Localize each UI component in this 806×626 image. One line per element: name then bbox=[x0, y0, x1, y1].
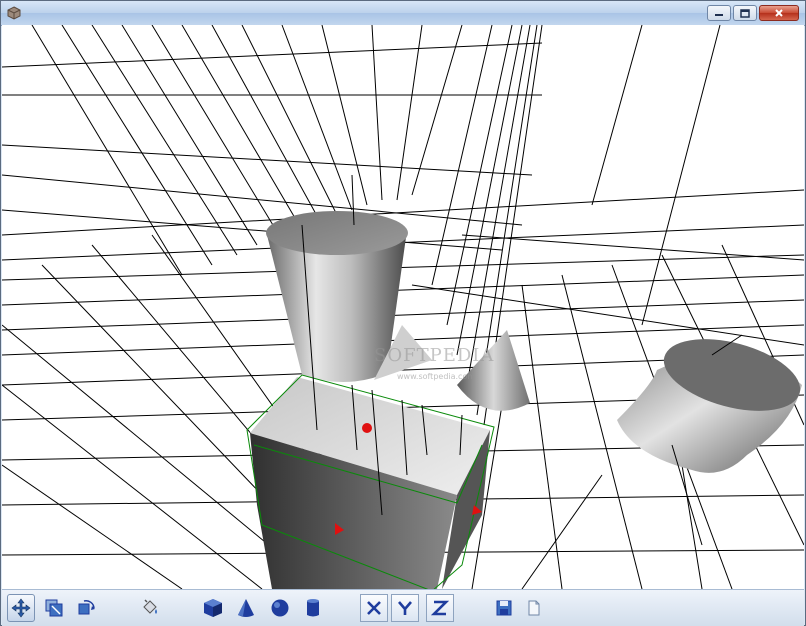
move-tool-button[interactable] bbox=[7, 594, 35, 622]
paint-bucket-icon bbox=[143, 599, 157, 614]
close-button[interactable] bbox=[759, 5, 799, 21]
scene-canvas[interactable] bbox=[2, 25, 804, 589]
close-icon bbox=[775, 9, 783, 17]
cone-icon bbox=[238, 599, 254, 617]
title-bar[interactable] bbox=[1, 1, 805, 26]
sphere-icon bbox=[271, 599, 289, 617]
watermark-url: www.softpedia.com bbox=[397, 372, 476, 381]
box-object[interactable] bbox=[246, 374, 495, 589]
cylinder-icon bbox=[307, 599, 319, 617]
scale-icon bbox=[45, 599, 63, 617]
scale-tool-button[interactable] bbox=[40, 594, 68, 622]
add-cube-button[interactable] bbox=[199, 594, 227, 622]
maximize-button[interactable] bbox=[733, 5, 757, 21]
add-cone-button[interactable] bbox=[232, 594, 260, 622]
axis-x-icon bbox=[367, 601, 381, 615]
axis-y-icon bbox=[398, 601, 412, 615]
axis-x-button[interactable] bbox=[360, 594, 388, 622]
save-button[interactable] bbox=[490, 594, 518, 622]
minimize-icon bbox=[715, 14, 723, 16]
3d-viewport[interactable]: SOFTPEDIA www.softpedia.com bbox=[2, 25, 804, 589]
paint-tool-button[interactable] bbox=[136, 594, 164, 622]
new-file-icon bbox=[528, 600, 540, 616]
add-cylinder-button[interactable] bbox=[299, 594, 327, 622]
axis-z-icon bbox=[430, 600, 450, 616]
save-icon bbox=[496, 600, 512, 616]
axis-z-button[interactable] bbox=[426, 594, 454, 622]
maximize-icon bbox=[740, 8, 750, 18]
axis-y-button[interactable] bbox=[391, 594, 419, 622]
minimize-button[interactable] bbox=[707, 5, 731, 21]
add-sphere-button[interactable] bbox=[266, 594, 294, 622]
new-file-button[interactable] bbox=[520, 594, 548, 622]
window-controls bbox=[707, 5, 799, 21]
rotate-tool-button[interactable] bbox=[72, 594, 100, 622]
move-icon bbox=[11, 598, 31, 618]
watermark: SOFTPEDIA bbox=[374, 345, 495, 366]
cube-icon bbox=[204, 599, 222, 617]
cylinder-object-2[interactable] bbox=[617, 326, 804, 473]
app-icon bbox=[7, 6, 21, 20]
rotate-icon bbox=[78, 599, 95, 615]
app-window: SOFTPEDIA www.softpedia.com bbox=[0, 0, 806, 626]
bottom-toolbar bbox=[2, 589, 804, 626]
